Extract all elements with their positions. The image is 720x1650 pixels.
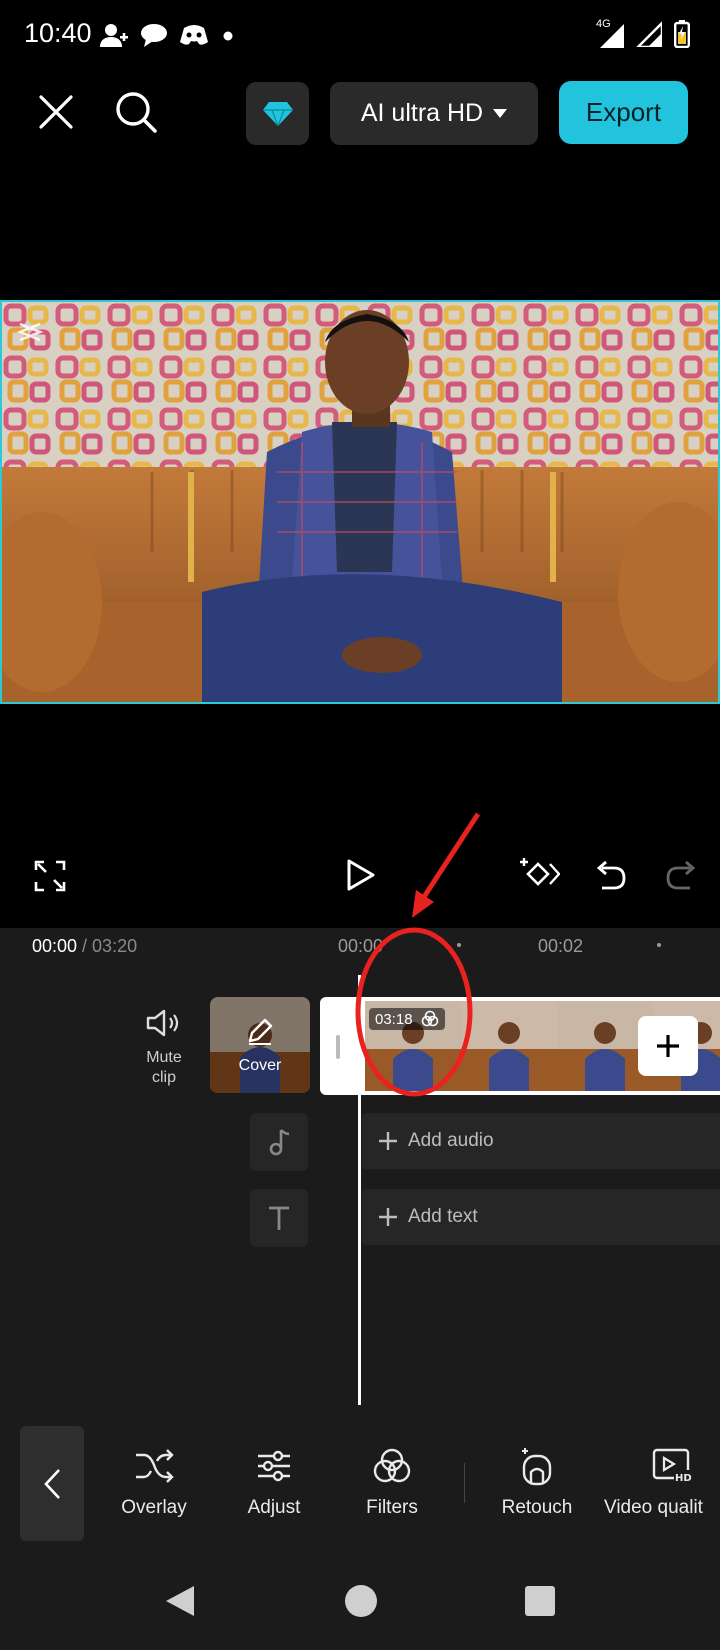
tool-adjust[interactable]: Adjust: [232, 1443, 316, 1519]
annotation-arrow: [419, 812, 481, 902]
fullscreen-button[interactable]: [34, 860, 66, 892]
retouch-icon: [522, 1448, 552, 1486]
text-icon: [269, 1206, 289, 1230]
close-button[interactable]: [34, 90, 78, 134]
tool-label: Retouch: [501, 1497, 573, 1518]
timecode: 00:00 / 03:20: [32, 936, 137, 957]
audio-track-button[interactable]: [250, 1113, 308, 1171]
tool-filters[interactable]: Filters: [350, 1443, 434, 1519]
edit-pencil-icon: [248, 1018, 273, 1045]
sliders-icon: [258, 1450, 290, 1482]
tool-label: Overlay: [121, 1497, 187, 1518]
nav-back-icon: [166, 1586, 194, 1616]
tool-label: Video qualit: [604, 1497, 703, 1518]
plus-icon: [379, 1208, 397, 1226]
nav-home-button[interactable]: [344, 1584, 378, 1618]
network-type: 4G: [596, 18, 611, 30]
caret-down-icon: [493, 108, 508, 118]
cover-thumbnail: [210, 997, 310, 1093]
cover-button[interactable]: Cover: [210, 997, 310, 1093]
shuffle-icon: [136, 1449, 174, 1483]
plus-icon: [379, 1132, 397, 1150]
keyframe-button[interactable]: [518, 856, 560, 892]
add-text-button[interactable]: Add text: [362, 1189, 720, 1245]
tool-overlay[interactable]: Overlay: [108, 1443, 200, 1519]
fullscreen-icon: [34, 860, 66, 892]
system-status-icons: 4G: [596, 18, 690, 48]
filters-icon: [373, 1448, 411, 1483]
tool-label: Adjust: [247, 1497, 301, 1518]
discord-icon: [180, 25, 208, 45]
pro-button[interactable]: [246, 82, 309, 145]
current-time: 00:00: [32, 936, 78, 956]
add-audio-button[interactable]: Add audio: [362, 1113, 720, 1169]
video-hd-icon: HD: [652, 1448, 692, 1484]
status-time: 10:40: [24, 18, 92, 48]
plus-icon: [657, 1035, 679, 1057]
quality-label: AI ultra HD: [360, 99, 484, 127]
ruler-tick: [657, 943, 661, 947]
svg-text:HD: HD: [675, 1473, 692, 1484]
nav-recents-button[interactable]: [524, 1585, 556, 1617]
nav-recents-icon: [525, 1586, 555, 1616]
tool-label: Filters: [366, 1497, 418, 1518]
mute-clip-label: Mute clip: [146, 1049, 182, 1086]
search-icon: [116, 92, 157, 133]
nav-back-button[interactable]: [164, 1584, 196, 1618]
tool-retouch[interactable]: Retouch: [492, 1443, 582, 1519]
keyframe-icon: [520, 858, 560, 886]
tool-video-quality[interactable]: HD Video qualit: [604, 1443, 720, 1519]
redo-icon: [666, 860, 696, 890]
search-button[interactable]: [112, 88, 160, 136]
annotation-overlay: [355, 812, 481, 1097]
nav-home-icon: [345, 1585, 377, 1617]
add-contact-icon: [100, 24, 128, 47]
notification-icons: [100, 22, 234, 48]
signal-icon: [636, 21, 662, 47]
text-track-button[interactable]: [250, 1189, 308, 1247]
diamond-icon: [262, 101, 293, 126]
undo-button[interactable]: [594, 858, 626, 890]
music-note-icon: [269, 1129, 290, 1156]
total-time: / 03:20: [77, 936, 138, 956]
add-clip-button[interactable]: [638, 1016, 698, 1076]
ruler-label: 00:02: [538, 936, 584, 956]
signal-4g-icon: 4G: [596, 18, 624, 48]
toolbar-back-button[interactable]: [20, 1426, 84, 1541]
redo-button[interactable]: [666, 858, 698, 890]
toolbar-divider: [464, 1463, 465, 1503]
video-preview[interactable]: [0, 300, 720, 704]
clip-trim-handle[interactable]: [336, 1035, 340, 1059]
cover-label: Cover: [238, 1057, 282, 1074]
annotation-circle: [355, 927, 473, 1097]
preview-frame-image: [2, 302, 718, 702]
add-audio-label: Add audio: [408, 1130, 494, 1151]
chevron-left-icon: [44, 1468, 60, 1499]
quality-dropdown[interactable]: AI ultra HD: [330, 82, 538, 145]
chat-bubble-icon: [141, 24, 167, 47]
export-button[interactable]: Export: [559, 81, 688, 144]
mute-button[interactable]: [146, 1008, 180, 1038]
undo-icon: [596, 860, 626, 890]
add-text-label: Add text: [408, 1206, 478, 1227]
speaker-icon: [146, 1009, 179, 1037]
battery-icon: [674, 20, 690, 48]
close-icon: [39, 95, 73, 129]
dot-icon: [223, 31, 233, 41]
